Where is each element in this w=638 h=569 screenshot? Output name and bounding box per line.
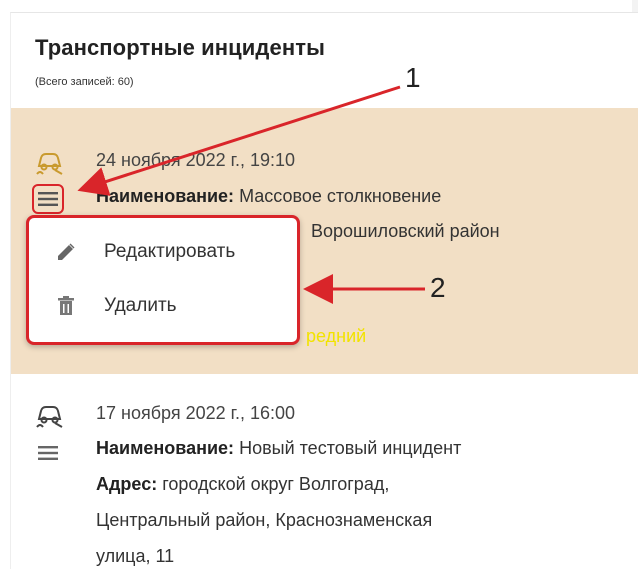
name-value: Массовое столкновение (239, 186, 442, 206)
address-line-2: Центральный район, Краснознаменская (96, 510, 433, 530)
menu-item-label: Удалить (104, 295, 177, 316)
pencil-icon (58, 243, 75, 260)
context-menu: Редактировать Удалить (26, 215, 300, 345)
incident-address-fragment: Ворошиловский район (311, 221, 500, 241)
name-label: Наименование: (96, 438, 235, 458)
menu-item-edit[interactable]: Редактировать (29, 226, 297, 278)
trash-icon (58, 296, 74, 315)
records-count: (Всего записей: 60) (35, 76, 134, 88)
incident-timestamp: 24 ноября 2022 г., 19:10 (96, 150, 296, 170)
address-line-3: улица, 11 (96, 546, 175, 566)
address-line-1: городской округ Волгоград, (162, 474, 390, 494)
car-crash-icon (36, 153, 63, 175)
hamburger-icon (38, 192, 58, 206)
incident-address: Адрес: городской округ Волгоград, (96, 474, 389, 495)
incident-name: Наименование: Новый тестовый инцидент (96, 438, 461, 459)
menu-item-label: Редактировать (104, 241, 236, 262)
row-menu-button[interactable] (32, 184, 64, 214)
page-title: Транспортные инциденты (35, 35, 325, 60)
hamburger-icon (38, 446, 58, 460)
callout-number-2: 2 (430, 272, 446, 303)
address-label: Адрес: (96, 474, 158, 494)
row-menu-button[interactable] (32, 438, 64, 468)
callout-number-1: 1 (405, 62, 421, 93)
priority-text: редний (306, 326, 367, 346)
menu-item-delete[interactable]: Удалить (29, 280, 297, 332)
incident-name: Наименование: Массовое столкновение (96, 186, 441, 207)
name-value: Новый тестовый инцидент (239, 438, 462, 458)
name-label: Наименование: (96, 186, 235, 206)
incident-timestamp: 17 ноября 2022 г., 16:00 (96, 403, 296, 423)
car-crash-icon (36, 406, 63, 428)
